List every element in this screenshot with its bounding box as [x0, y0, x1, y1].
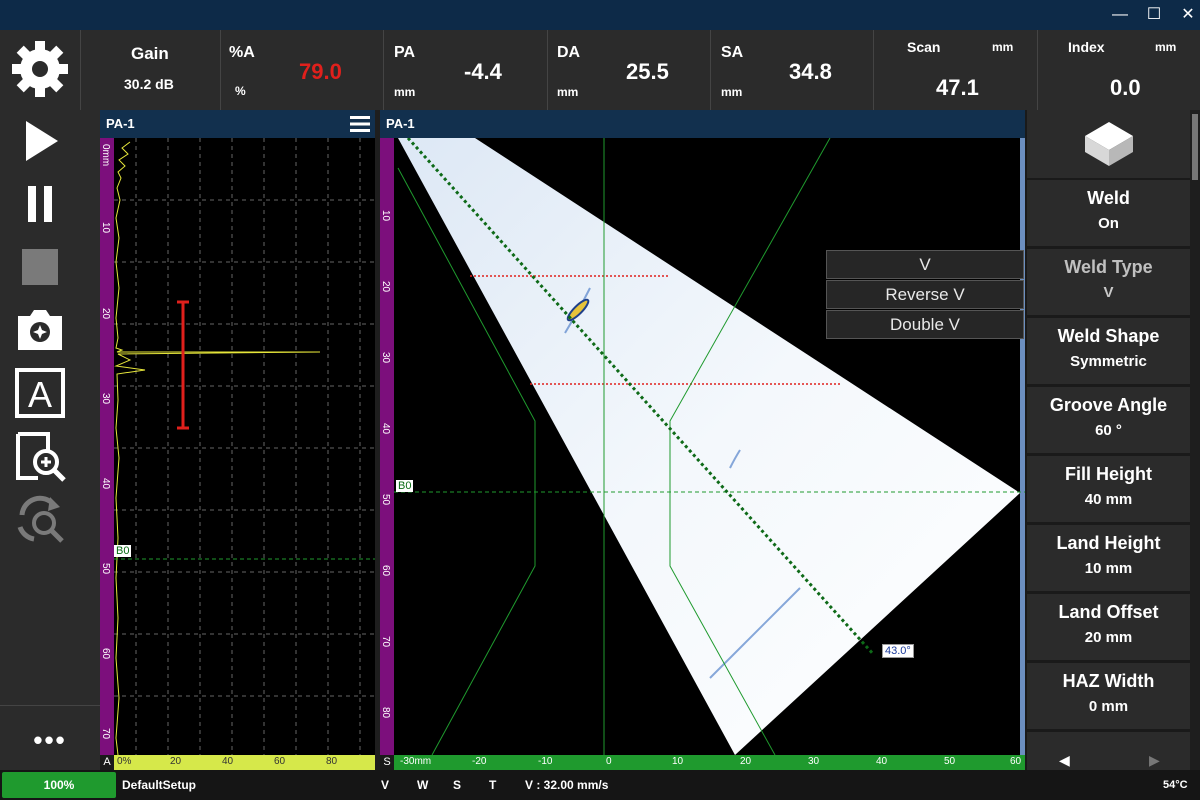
play-icon: [26, 121, 58, 161]
settings-button[interactable]: [0, 38, 80, 100]
sscan-header: PA-1: [380, 110, 1025, 138]
sscan-fan: [398, 138, 1020, 755]
snapshot-button[interactable]: [0, 299, 80, 361]
weld-shape-setting[interactable]: Weld Shape Symmetric: [1027, 318, 1190, 385]
rotate-zoom-icon: [17, 495, 64, 543]
svg-text:A: A: [28, 374, 52, 415]
ascan-depth-scale: 0mm 10 20 30 30 40 50 60 70: [100, 144, 111, 740]
da-readout[interactable]: DA mm 25.5: [547, 30, 710, 110]
land-height-setting[interactable]: Land Height 10 mm: [1027, 525, 1190, 592]
stop-button[interactable]: [0, 236, 80, 298]
sscan-gate-label: B0: [396, 480, 414, 492]
text-annotation-button[interactable]: A: [0, 362, 80, 424]
pa-readout[interactable]: PA mm -4.4: [383, 30, 547, 110]
hamburger-menu-icon[interactable]: [350, 116, 370, 132]
fill-height-setting[interactable]: Fill Height 40 mm: [1027, 456, 1190, 523]
weld-overlay-header: [1027, 110, 1190, 178]
battery-indicator: 100%: [2, 772, 116, 798]
weld-type-option-v[interactable]: V: [826, 250, 1024, 279]
sa-readout[interactable]: SA mm 34.8: [710, 30, 873, 110]
status-s: S: [453, 778, 462, 792]
gate-a-marker: [177, 300, 189, 430]
temperature-readout: 54°C: [1163, 779, 1188, 791]
weld-toggle[interactable]: Weld On: [1027, 180, 1190, 247]
rotate-zoom-button[interactable]: [0, 488, 80, 550]
readouts-bar: Gain 30.2 dB %A % 79.0 PA mm -4.4 DA mm …: [80, 30, 1200, 110]
haz-width-setting[interactable]: HAZ Width 0 mm: [1027, 663, 1190, 730]
ascan-header: PA-1: [100, 110, 375, 138]
sscan-view[interactable]: B0 43.0° 10 20 30 40 50 60 70 80: [380, 138, 1025, 755]
right-panel-scrollbar[interactable]: [1190, 110, 1200, 770]
sscan-position-scale: S -30mm -20 -10 0 10 20 30 40 50 60: [380, 755, 1025, 770]
weld-type-selector[interactable]: Weld Type V: [1027, 249, 1190, 316]
weld-block-icon: [1084, 122, 1133, 166]
zoom-button[interactable]: [0, 425, 80, 487]
gain-readout[interactable]: Gain 30.2 dB: [80, 30, 220, 110]
sscan-title: PA-1: [386, 116, 415, 131]
next-page-button[interactable]: ▶: [1149, 752, 1160, 769]
close-button[interactable]: ✕: [1168, 0, 1200, 30]
ascan-amplitude-scale: A 0% 20 40 60 80: [100, 755, 375, 770]
status-w: W: [417, 778, 429, 792]
setup-name[interactable]: DefaultSetup: [122, 770, 196, 800]
status-v: V: [381, 778, 390, 792]
right-panel-pager: ◀ ▶: [1027, 732, 1190, 770]
pause-button[interactable]: [0, 173, 80, 235]
scan-readout[interactable]: Scan mm 47.1: [873, 30, 1037, 110]
ascan-view[interactable]: B0 0mm 10 20 30 30 40 50 60 70: [100, 138, 375, 755]
prev-page-button[interactable]: ◀: [1059, 752, 1070, 769]
left-toolbar: A •••: [0, 30, 100, 770]
land-offset-setting[interactable]: Land Offset 20 mm: [1027, 594, 1190, 661]
weld-type-option-reverse-v[interactable]: Reverse V: [826, 280, 1024, 309]
zoom-icon: [16, 432, 66, 482]
velocity-readout: V : 32.00 mm/s: [525, 778, 609, 792]
ascan-title: PA-1: [106, 116, 135, 131]
status-t: T: [489, 778, 497, 792]
pause-icon: [28, 186, 52, 222]
ascan-plot: [100, 138, 375, 755]
play-button[interactable]: [0, 110, 80, 172]
sscan-depth-scale: 10 20 30 40 50 60 70 80: [380, 210, 391, 719]
snapshot-icon: [18, 310, 62, 350]
amplitude-readout[interactable]: %A % 79.0: [220, 30, 383, 110]
settings-gear-icon: [12, 41, 68, 97]
index-readout[interactable]: Index mm 0.0: [1037, 30, 1200, 110]
stop-icon: [22, 249, 58, 285]
text-annotation-icon: A: [15, 368, 65, 418]
weld-type-option-double-v[interactable]: Double V: [826, 310, 1024, 339]
groove-angle-setting[interactable]: Groove Angle 60 °: [1027, 387, 1190, 454]
title-bar: — ☐ ✕: [0, 0, 1200, 30]
status-bar: 100% DefaultSetup V W S T V : 32.00 mm/s…: [0, 770, 1200, 800]
sscan-plot: [380, 138, 1025, 755]
beam-angle-label: 43.0°: [882, 644, 914, 658]
more-button[interactable]: •••: [0, 720, 100, 760]
ascan-gate-label: B0: [114, 545, 132, 557]
